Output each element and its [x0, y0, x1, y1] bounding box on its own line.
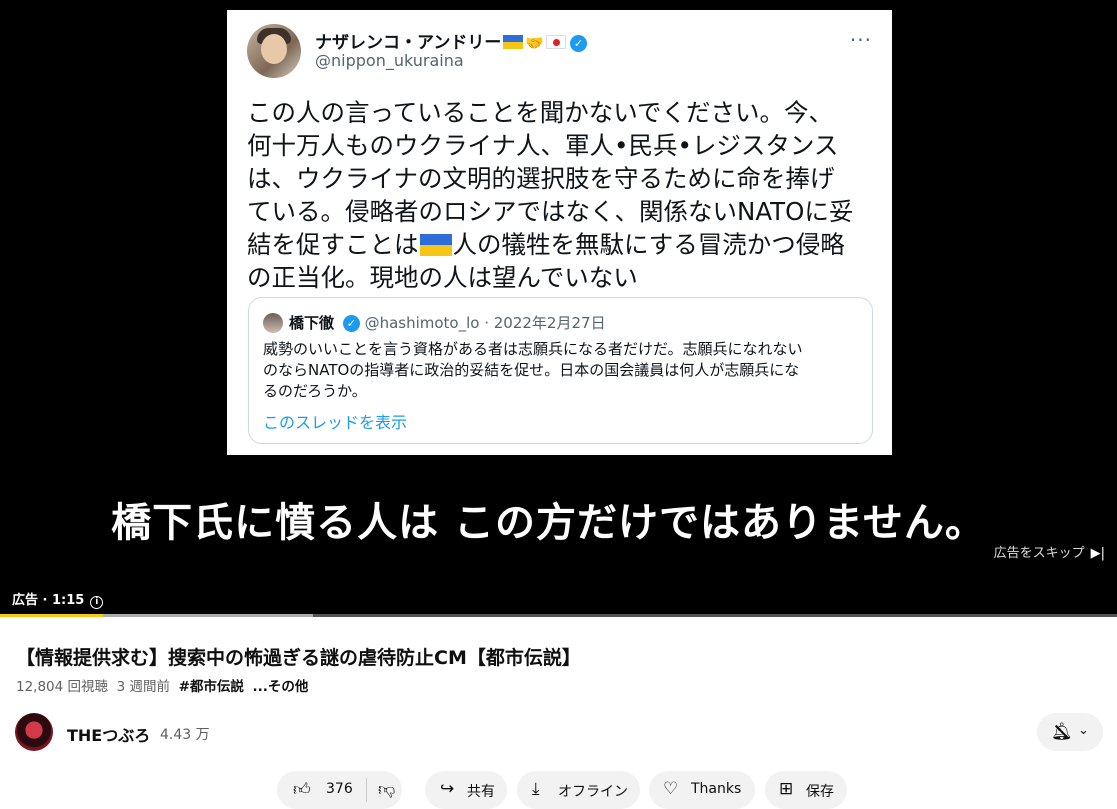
handshake-icon: 🤝 [525, 34, 545, 52]
thumbs-down-icon[interactable]: 👎︎ [378, 779, 395, 800]
download-icon: ⤓ [532, 779, 540, 799]
skip-next-icon: ▶| [1090, 546, 1105, 561]
channel-avatar[interactable] [15, 713, 53, 751]
skip-ad-button[interactable]: 広告をスキップ ▶| [994, 542, 1105, 561]
quoted-tweet: 橋下徹 ✓ @hashimoto_lo · 2022年2月27日 威勢のいいこと… [248, 297, 873, 444]
verified-badge-icon: ✓ [570, 35, 588, 52]
thanks-button[interactable]: ♡ Thanks [649, 771, 755, 809]
tweet-author-avatar [247, 24, 301, 78]
video-player[interactable]: ナザレンコ・アンドリー 🤝 ✓ @nippon_ukuraina ··· この人の言… [0, 0, 1117, 617]
tweet-author-handle: @nippon_ukuraina [315, 51, 464, 70]
show-more-link[interactable]: ...その他 [253, 679, 309, 695]
offline-button[interactable]: ⤓ オフライン [517, 771, 640, 809]
share-button[interactable]: ↪ 共有 [425, 771, 507, 809]
video-meta[interactable]: 12,804 回視聴 3 週間前 #都市伝説 ...その他 [16, 675, 308, 695]
channel-name[interactable]: THEつぶろ [67, 722, 150, 746]
notification-button[interactable]: 🔔︎ ⌄ [1037, 713, 1103, 751]
thanks-heart-icon: ♡ [663, 779, 679, 799]
verified-badge-icon: ✓ [342, 315, 360, 332]
ukraine-flag-icon [419, 234, 452, 256]
ukraine-flag-icon [503, 35, 524, 49]
quoted-tweet-text: 威勢のいいことを言う資格がある者は志願兵になる者だけだ。志願兵になれない のなら… [263, 340, 803, 400]
thumbs-up-icon[interactable]: 👍︎ [293, 779, 311, 800]
progress-bar[interactable] [0, 614, 1117, 617]
save-button[interactable]: ⊞ 保存 [765, 771, 847, 809]
video-caption: 橋下氏に憤る人は この方だけではありません。 [111, 499, 986, 546]
quoted-author-avatar [263, 313, 283, 333]
progress-fill [0, 614, 103, 617]
share-icon: ↪ [440, 779, 455, 799]
like-dislike-group[interactable]: 👍︎ 376 👎︎ [277, 771, 402, 809]
ad-label: 広告 · 1:15 i [12, 589, 104, 609]
chevron-down-icon: ⌄ [1078, 723, 1089, 738]
show-thread-link: このスレッドを表示 [263, 413, 408, 432]
playlist-add-icon: ⊞ [779, 779, 794, 799]
japan-flag-icon [546, 35, 567, 49]
view-count: 12,804 回視聴 [16, 679, 109, 695]
tweet-author-name: ナザレンコ・アンドリー 🤝 ✓ [315, 28, 588, 53]
tweet-screenshot: ナザレンコ・アンドリー 🤝 ✓ @nippon_ukuraina ··· この人の言… [227, 10, 892, 455]
info-icon[interactable]: i [90, 596, 104, 609]
hashtag-link[interactable]: #都市伝説 [179, 679, 244, 695]
subscriber-count: 4.43 万 [160, 727, 210, 743]
more-options-icon: ··· [849, 28, 872, 52]
video-title: 【情報提供求む】搜索中の怖過ぎる謎の虐待防止CM【都市伝説】 [16, 647, 581, 669]
quoted-tweet-header: 橋下徹 ✓ @hashimoto_lo · 2022年2月27日 [289, 314, 606, 332]
tweet-text: この人の言っていることを聞かないでください。今、 何十万人ものウクライナ人、軍人… [247, 98, 854, 292]
like-count: 376 [326, 781, 353, 797]
upload-age: 3 週間前 [116, 679, 171, 695]
